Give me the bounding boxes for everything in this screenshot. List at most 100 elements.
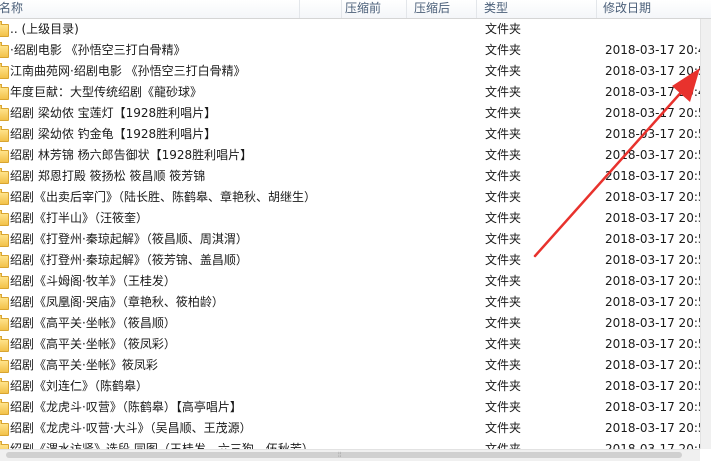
folder-icon	[0, 189, 9, 205]
row-modified: 2018-03-17 20:55	[605, 127, 700, 141]
row-modified	[605, 19, 700, 40]
row-type: 文件夹	[485, 400, 522, 414]
list-item[interactable]: 绍剧 梁幼侬 宝莲灯【1928胜利唱片】 文件夹 2018-03-17 20:55	[0, 103, 700, 124]
row-name: 绍剧《打登州·秦琼起解》（筱昌顺、周淇渭）	[10, 232, 248, 246]
folder-icon	[0, 126, 9, 142]
folder-icon	[0, 147, 9, 163]
row-name: 绍剧《凤凰阁·哭庙》（章艳秋、筱柏龄）	[10, 295, 224, 309]
row-modified: 2018-03-17 20:48	[605, 85, 700, 99]
folder-icon	[0, 168, 9, 184]
row-type: 文件夹	[485, 337, 522, 351]
row-name: 绍剧《龙虎斗·叹营》（陈鹤皋）【高亭唱片】	[10, 400, 242, 414]
scroll-grip-icon: ⦙⦙	[338, 451, 342, 459]
row-name: 绍剧《打半山》（汪筱奎）	[10, 211, 149, 225]
row-type: 文件夹	[485, 295, 522, 309]
row-modified: 2018-03-17 20:56	[605, 274, 700, 288]
list-item[interactable]: 绍剧《打半山》（汪筱奎） 文件夹 2018-03-17 20:56	[0, 208, 700, 229]
row-name: 绍剧《高平关·坐帐》筱凤彩	[10, 358, 158, 372]
row-modified: 2018-03-17 20:56	[605, 190, 700, 204]
column-compressed-before[interactable]: 压缩前	[341, 0, 407, 18]
row-name: 绍剧 林芳锦 杨六郎告御状【1928胜利唱片】	[10, 148, 253, 162]
row-modified: 2018-03-17 20:50	[605, 64, 700, 78]
row-type: 文件夹	[485, 211, 522, 225]
row-name: 年度巨献：大型传统绍剧《龍砂球》	[10, 85, 203, 99]
list-item[interactable]: 绍剧《刘连仁》（陈鹤皋） 文件夹 2018-03-17 20:57	[0, 376, 700, 397]
row-modified: 2018-03-17 20:44	[605, 43, 700, 57]
row-modified: 2018-03-17 20:57	[605, 400, 700, 414]
row-type: 文件夹	[485, 106, 522, 120]
list-item[interactable]: 绍剧《凤凰阁·哭庙》（章艳秋、筱柏龄） 文件夹 2018-03-17 20:56	[0, 292, 700, 313]
row-type: 文件夹	[485, 85, 522, 99]
list-item[interactable]: 绍剧 梁幼侬 钓金龟【1928胜利唱片】 文件夹 2018-03-17 20:55	[0, 124, 700, 145]
row-type: 文件夹	[485, 421, 522, 435]
column-modified[interactable]: 修改日期	[600, 0, 711, 18]
vertical-scrollbar[interactable]	[700, 19, 711, 449]
row-type: 文件夹	[485, 274, 522, 288]
list-item[interactable]: 年度巨献：大型传统绍剧《龍砂球》 文件夹 2018-03-17 20:48	[0, 82, 700, 103]
folder-icon	[0, 273, 9, 289]
list-item[interactable]: 绍剧《高平关·坐帐》筱凤彩 文件夹 2018-03-17 20:57	[0, 355, 700, 376]
folder-icon	[0, 336, 9, 352]
row-type: 文件夹	[485, 253, 522, 267]
row-type: 文件夹	[485, 22, 522, 36]
folder-icon	[0, 210, 9, 226]
row-type: 文件夹	[485, 358, 522, 372]
row-name: 绍剧《斗姆阁·牧羊》（王桂发）	[10, 274, 176, 288]
list-item[interactable]: 绍剧《高平关·坐帐》（筱凤彩） 文件夹 2018-03-17 20:57	[0, 334, 700, 355]
row-modified: 2018-03-17 20:57	[605, 358, 700, 372]
list-item[interactable]: .. (上级目录) 文件夹	[0, 19, 700, 40]
folder-icon	[0, 420, 9, 436]
row-modified: 2018-03-17 20:57	[605, 442, 700, 449]
column-type[interactable]: 类型	[481, 0, 597, 18]
row-name: 绍剧《高平关·坐帐》（筱凤彩）	[10, 337, 176, 351]
list-item[interactable]: 绍剧《渭水访贤》选段 同图（王桂发、六三狗、伍秋芳） 文件夹 2018-03-17 …	[0, 439, 700, 449]
folder-icon	[0, 315, 9, 331]
list-item[interactable]: 绍剧《出卖后宰门》（陆长胜、陈鹤皋、章艳秋、胡继生） 文件夹 2018-03-17 …	[0, 187, 700, 208]
folder-icon	[0, 42, 9, 58]
row-type: 文件夹	[485, 43, 522, 57]
row-modified: 2018-03-17 20:55	[605, 169, 700, 183]
column-compressed-after[interactable]: 压缩后	[411, 0, 477, 18]
row-modified: 2018-03-17 20:57	[605, 337, 700, 351]
row-modified: 2018-03-17 20:57	[605, 316, 700, 330]
row-modified: 2018-03-17 20:55	[605, 148, 700, 162]
list-item[interactable]: 绍剧《打登州·秦琼起解》（筱昌顺、周淇渭） 文件夹 2018-03-17 20:56	[0, 229, 700, 250]
row-modified: 2018-03-17 20:57	[605, 421, 700, 435]
row-name: 绍剧《刘连仁》（陈鹤皋）	[10, 379, 149, 393]
row-name: 绍剧 梁幼侬 宝莲灯【1928胜利唱片】	[10, 106, 217, 120]
row-type: 文件夹	[485, 148, 522, 162]
row-type: 文件夹	[485, 442, 522, 449]
row-type: 文件夹	[485, 316, 522, 330]
folder-icon	[0, 84, 9, 100]
row-name: 绍剧 梁幼侬 钓金龟【1928胜利唱片】	[10, 127, 217, 141]
column-name[interactable]: 名称	[0, 0, 300, 18]
horizontal-scrollbar[interactable]: ⦙⦙	[0, 449, 700, 461]
folder-icon	[0, 399, 9, 415]
list-item[interactable]: ·绍剧电影 《孙悟空三打白骨精》 文件夹 2018-03-17 20:44	[0, 40, 700, 61]
list-item[interactable]: 绍剧《高平关·坐帐》（筱昌顺） 文件夹 2018-03-17 20:57	[0, 313, 700, 334]
folder-icon	[0, 105, 9, 121]
list-item[interactable]: 绍剧《龙虎斗·叹营·大斗》（吴昌顺、王茂源） 文件夹 2018-03-17 20:5…	[0, 418, 700, 439]
row-modified: 2018-03-17 20:56	[605, 253, 700, 267]
row-type: 文件夹	[485, 232, 522, 246]
list-item[interactable]: 江南曲苑网·绍剧电影 《孙悟空三打白骨精》 文件夹 2018-03-17 20:50	[0, 61, 700, 82]
folder-icon	[0, 63, 9, 79]
row-type: 文件夹	[485, 379, 522, 393]
folder-icon	[0, 231, 9, 247]
row-name: 绍剧《高平关·坐帐》（筱昌顺）	[10, 316, 176, 330]
file-list: .. (上级目录) 文件夹 ·绍剧电影 《孙悟空三打白骨精》 文件夹 2018-03-1…	[0, 19, 700, 449]
list-item[interactable]: 绍剧《斗姆阁·牧羊》（王桂发） 文件夹 2018-03-17 20:56	[0, 271, 700, 292]
folder-icon	[0, 294, 9, 310]
row-name: 绍剧《出卖后宰门》（陆长胜、陈鹤皋、章艳秋、胡继生）	[10, 190, 317, 204]
list-item[interactable]: 绍剧 郑恩打殿 筱扬松 筱昌顺 筱芳锦 文件夹 2018-03-17 20:55	[0, 166, 700, 187]
list-item[interactable]: 绍剧 林芳锦 杨六郎告御状【1928胜利唱片】 文件夹 2018-03-17 20:…	[0, 145, 700, 166]
row-modified: 2018-03-17 20:57	[605, 379, 700, 393]
folder-icon	[0, 378, 9, 394]
row-name: 江南曲苑网·绍剧电影 《孙悟空三打白骨精》	[10, 64, 246, 78]
row-name: ·绍剧电影 《孙悟空三打白骨精》	[10, 43, 186, 57]
list-item[interactable]: 绍剧《打登州·秦琼起解》（筱芳锦、盖昌顺） 文件夹 2018-03-17 20:56	[0, 250, 700, 271]
column-header: 名称 压缩前 压缩后 类型 修改日期	[0, 0, 711, 19]
row-type: 文件夹	[485, 169, 522, 183]
list-item[interactable]: 绍剧《龙虎斗·叹营》（陈鹤皋）【高亭唱片】 文件夹 2018-03-17 20:57	[0, 397, 700, 418]
folder-icon	[0, 21, 9, 37]
